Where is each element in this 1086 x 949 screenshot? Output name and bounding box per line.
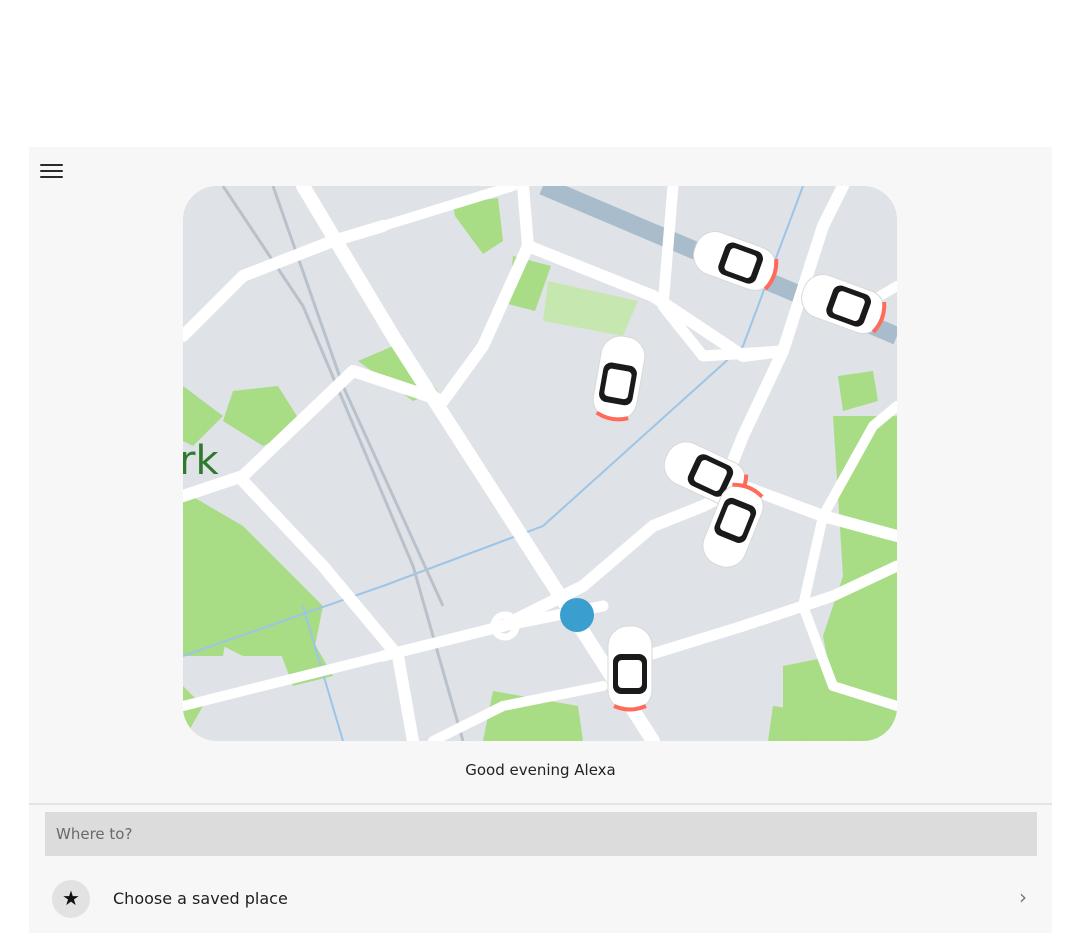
greeting-text: Good evening Alexa [465, 761, 616, 779]
divider [29, 803, 1052, 805]
map-canvas: rk [183, 186, 897, 741]
star-icon: ★ [52, 880, 90, 918]
map-view[interactable]: rk [183, 186, 897, 741]
saved-place-label: Choose a saved place [113, 889, 288, 908]
car-marker-6[interactable] [607, 625, 653, 712]
destination-search-input[interactable] [45, 812, 1037, 856]
chevron-right-icon: › [1019, 885, 1027, 909]
choose-saved-place-row[interactable]: ★ Choose a saved place › [45, 871, 1037, 927]
app-screen: rk Good evening Alexa Where to? ★ Choose… [29, 147, 1052, 933]
hamburger-menu-icon[interactable] [39, 161, 64, 181]
map-place-label: rk [183, 438, 219, 484]
user-location-dot [560, 598, 594, 632]
